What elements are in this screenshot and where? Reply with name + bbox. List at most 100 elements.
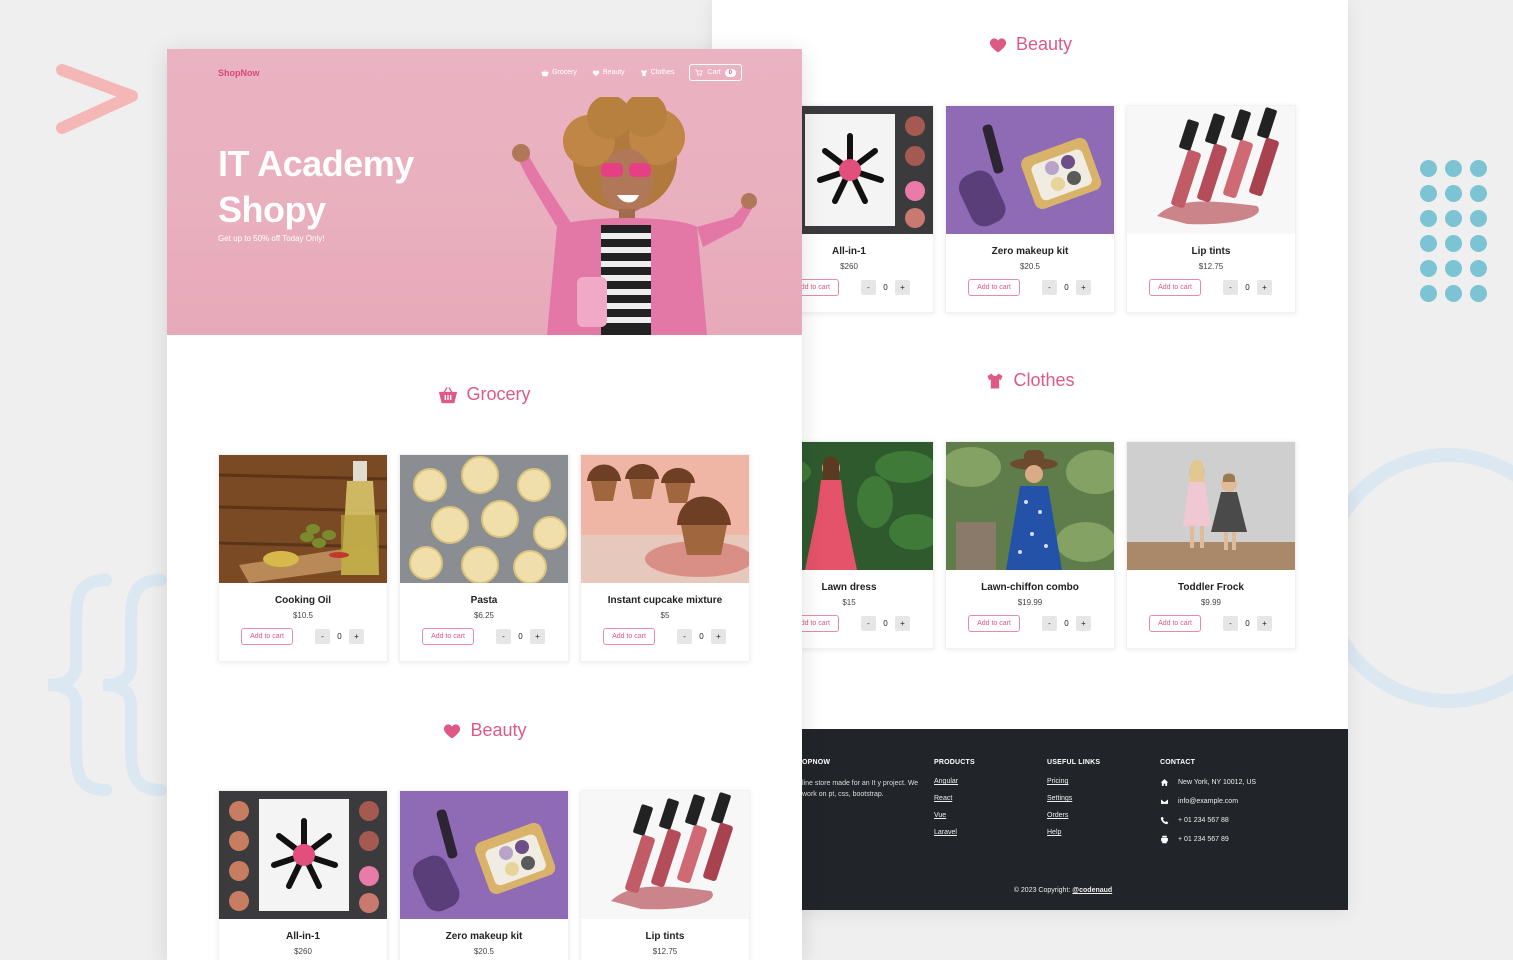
footer-link-vue[interactable]: Vue bbox=[934, 812, 975, 819]
quantity-stepper: - 0 + bbox=[677, 629, 726, 644]
hero-model-image bbox=[512, 97, 757, 335]
product-card: All-in-1 $260 bbox=[218, 790, 388, 960]
chevron-decoration-icon bbox=[56, 64, 138, 134]
increment-button[interactable]: + bbox=[895, 280, 910, 295]
navbar: ShopNow Grocery Beauty Clothes Cart 0 bbox=[167, 49, 802, 95]
product-image-cooking-oil bbox=[219, 455, 387, 583]
hero-title-line-1: IT Academy bbox=[218, 143, 414, 184]
product-actions: Add to cart - 0 + bbox=[968, 615, 1091, 632]
product-price: $10.5 bbox=[292, 611, 314, 620]
increment-button[interactable]: + bbox=[1257, 616, 1272, 631]
add-to-cart-button[interactable]: Add to cart bbox=[1149, 615, 1201, 632]
increment-button[interactable]: + bbox=[349, 629, 364, 644]
hero-tagline: Get up to 50% off Today Only! bbox=[218, 234, 325, 243]
decrement-button[interactable]: - bbox=[496, 629, 511, 644]
nav-link-beauty[interactable]: Beauty bbox=[592, 69, 625, 77]
decrement-button[interactable]: - bbox=[1223, 616, 1238, 631]
footer-link-orders[interactable]: Orders bbox=[1047, 812, 1100, 819]
add-to-cart-button[interactable]: Add to cart bbox=[968, 279, 1020, 296]
contact-address-text: New York, NY 10012, US bbox=[1178, 779, 1257, 786]
footer-link-laravel[interactable]: Laravel bbox=[934, 829, 975, 836]
quantity-stepper: - 0 + bbox=[1042, 280, 1091, 295]
cart-button[interactable]: Cart 0 bbox=[689, 64, 742, 81]
decrement-button[interactable]: - bbox=[315, 629, 330, 644]
product-name: Cooking Oil bbox=[274, 595, 332, 606]
curly-brace-decoration-icon bbox=[47, 574, 167, 796]
section-title-text: Clothes bbox=[1013, 370, 1075, 390]
beauty-product-list: All-in-1 $260 Add to cart - 0 + Zero mak… bbox=[764, 105, 1296, 313]
product-price: $5 bbox=[660, 611, 670, 620]
copyright-link[interactable]: @codenaud bbox=[1072, 887, 1112, 894]
increment-button[interactable]: + bbox=[895, 616, 910, 631]
footer-contact: CONTACT New York, NY 10012, US info@exam… bbox=[1160, 759, 1256, 854]
brand-logo[interactable]: ShopNow bbox=[218, 68, 260, 78]
footer-link-settings[interactable]: Settings bbox=[1047, 795, 1100, 802]
nav-link-label: Grocery bbox=[551, 69, 577, 76]
quantity-value: 0 bbox=[1064, 619, 1069, 628]
quantity-stepper: - 0 + bbox=[496, 629, 545, 644]
add-to-cart-button[interactable]: Add to cart bbox=[422, 628, 474, 645]
increment-button[interactable]: + bbox=[530, 629, 545, 644]
product-card: Lawn-chiffon combo $19.99 Add to cart - … bbox=[945, 441, 1115, 649]
product-actions: Add to cart - 0 + bbox=[1149, 279, 1272, 296]
quantity-value: 0 bbox=[699, 632, 704, 641]
contact-phone-text: + 01 234 567 88 bbox=[1178, 817, 1229, 824]
quantity-stepper: - 0 + bbox=[315, 629, 364, 644]
footer-link-react[interactable]: React bbox=[934, 795, 975, 802]
product-image-lawn-chiffon-combo bbox=[946, 442, 1114, 570]
add-to-cart-button[interactable]: Add to cart bbox=[603, 628, 655, 645]
footer-products: PRODUCTS Angular React Vue Laravel bbox=[934, 759, 975, 846]
product-price: $12.75 bbox=[1198, 262, 1224, 271]
product-actions: Add to cart - 0 + bbox=[422, 628, 545, 645]
quantity-stepper: - 0 + bbox=[861, 616, 910, 631]
hero-banner: ShopNow Grocery Beauty Clothes Cart 0 IT… bbox=[167, 49, 802, 335]
heart-icon bbox=[444, 723, 461, 738]
footer-link-pricing[interactable]: Pricing bbox=[1047, 778, 1100, 785]
increment-button[interactable]: + bbox=[1257, 280, 1272, 295]
clothes-section-title: Clothes bbox=[712, 370, 1348, 391]
footer-about-text: line store made for an It y project. We … bbox=[802, 780, 919, 798]
product-page-upper-section: ShopNow Grocery Beauty Clothes Cart 0 IT… bbox=[167, 49, 802, 960]
quantity-value: 0 bbox=[883, 283, 888, 292]
nav-link-clothes[interactable]: Clothes bbox=[640, 69, 675, 77]
increment-button[interactable]: + bbox=[711, 629, 726, 644]
decrement-button[interactable]: - bbox=[677, 629, 692, 644]
product-price: $6.25 bbox=[473, 611, 495, 620]
hero-title: IT Academy Shopy bbox=[218, 141, 478, 233]
product-image-pasta bbox=[400, 455, 568, 583]
footer-link-angular[interactable]: Angular bbox=[934, 778, 975, 785]
product-image-lip-tints bbox=[1127, 106, 1295, 234]
basket-icon bbox=[439, 386, 458, 403]
increment-button[interactable]: + bbox=[1076, 616, 1091, 631]
increment-button[interactable]: + bbox=[1076, 280, 1091, 295]
add-to-cart-button[interactable]: Add to cart bbox=[1149, 279, 1201, 296]
product-actions: Add to cart - 0 + bbox=[787, 615, 910, 632]
product-name: All-in-1 bbox=[286, 931, 320, 942]
heart-icon bbox=[592, 69, 600, 76]
contact-address: New York, NY 10012, US bbox=[1160, 778, 1256, 787]
product-actions: Add to cart - 0 + bbox=[241, 628, 364, 645]
cart-icon bbox=[695, 69, 704, 76]
product-card: Lip tints $12.75 Add to cart - 0 + bbox=[1126, 105, 1296, 313]
product-name: Toddler Frock bbox=[1178, 582, 1244, 593]
nav-link-grocery[interactable]: Grocery bbox=[541, 69, 577, 77]
decrement-button[interactable]: - bbox=[861, 280, 876, 295]
quantity-value: 0 bbox=[1245, 619, 1250, 628]
decrement-button[interactable]: - bbox=[861, 616, 876, 631]
product-image-makeup-kit bbox=[946, 106, 1114, 234]
nav-link-label: Clothes bbox=[650, 69, 675, 76]
product-price: $19.99 bbox=[1017, 598, 1043, 607]
product-price: $20.5 bbox=[1019, 262, 1041, 271]
product-card: Pasta $6.25 Add to cart - 0 + bbox=[399, 454, 569, 662]
beauty-section-title: Beauty bbox=[167, 720, 802, 741]
decrement-button[interactable]: - bbox=[1223, 280, 1238, 295]
add-to-cart-button[interactable]: Add to cart bbox=[241, 628, 293, 645]
product-name: Instant cupcake mixture bbox=[607, 595, 723, 606]
decrement-button[interactable]: - bbox=[1042, 616, 1057, 631]
decrement-button[interactable]: - bbox=[1042, 280, 1057, 295]
add-to-cart-button[interactable]: Add to cart bbox=[968, 615, 1020, 632]
section-title-text: Beauty bbox=[470, 720, 527, 740]
copyright: © 2023 Copyright: @codenaud bbox=[712, 887, 1348, 894]
footer-link-help[interactable]: Help bbox=[1047, 829, 1100, 836]
product-page-lower-section: Beauty All-in-1 $260 Add to cart - 0 + Z… bbox=[712, 0, 1348, 910]
